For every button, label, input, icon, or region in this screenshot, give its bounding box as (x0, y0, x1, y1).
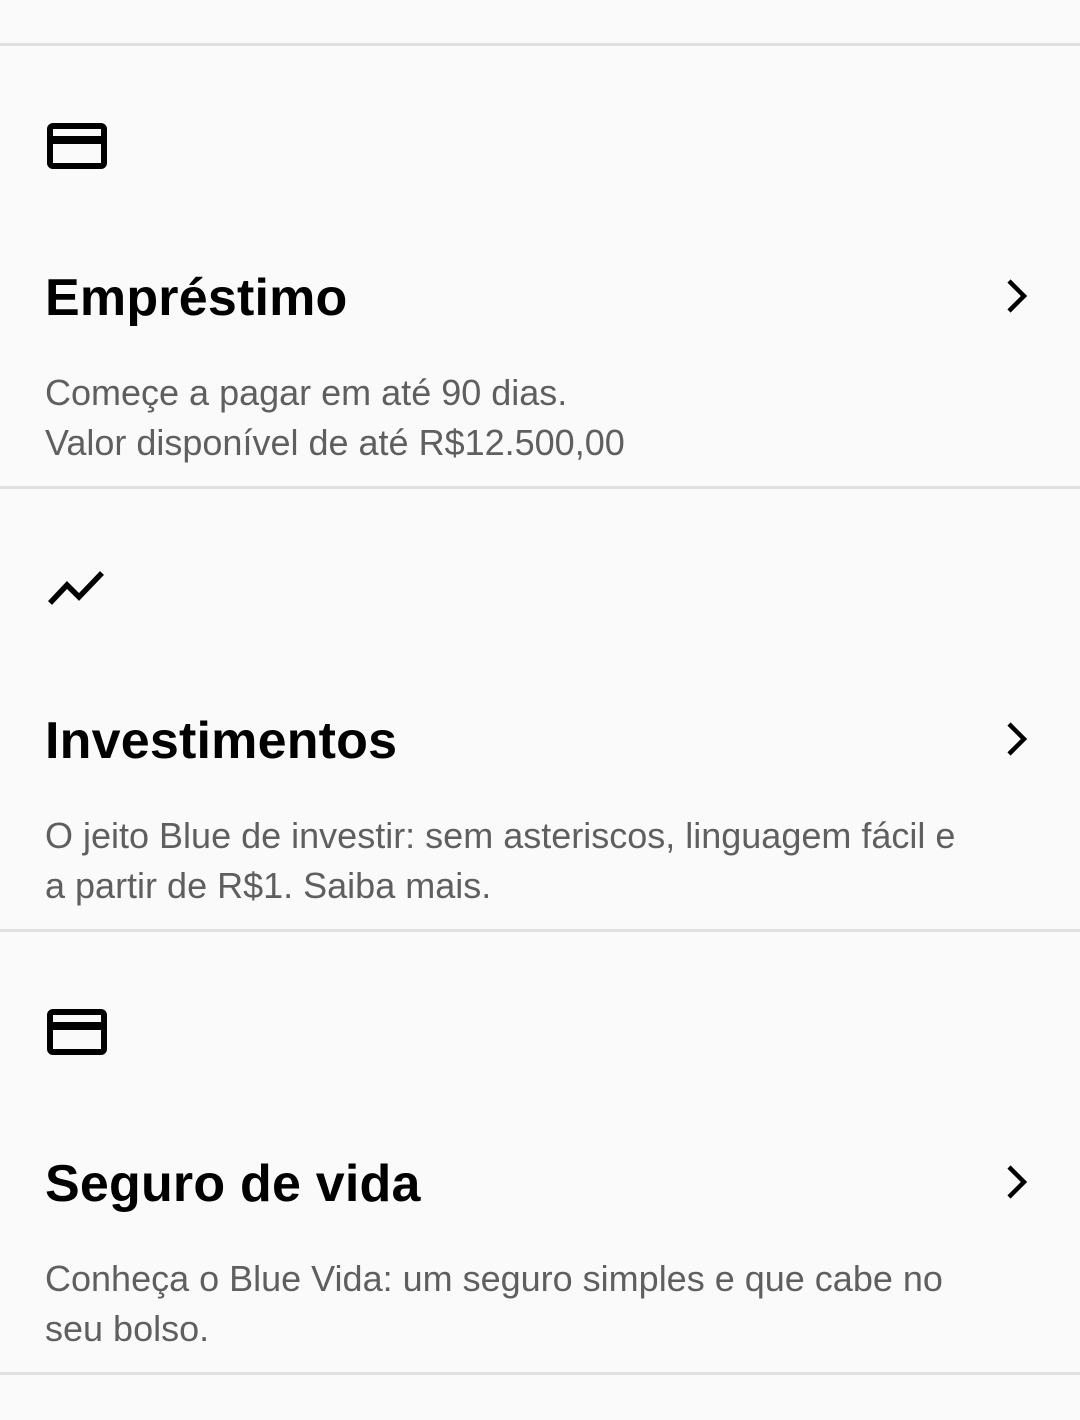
product-description: O jeito Blue de investir: sem asteriscos… (45, 811, 1045, 911)
product-card-seguro-de-vida[interactable]: Seguro de vida Conheça o Blue Vida: um s… (0, 932, 1080, 1372)
description-line: Começe a pagar em até 90 dias. (45, 372, 568, 413)
credit-card-icon (45, 1000, 109, 1064)
product-title: Investimentos (45, 712, 398, 770)
description-line: a partir de R$1. Saiba mais. (45, 865, 492, 906)
credit-card-icon (45, 114, 109, 178)
chevron-right-icon (996, 1160, 1040, 1204)
product-card-emprestimo[interactable]: Empréstimo Começe a pagar em até 90 dias… (0, 46, 1080, 486)
chevron-right-icon (996, 274, 1040, 318)
product-title: Empréstimo (45, 269, 348, 327)
description-line: Valor disponível de até R$12.500,00 (45, 422, 625, 463)
description-line: seu bolso. (45, 1308, 210, 1349)
divider (0, 1372, 1080, 1375)
product-title: Seguro de vida (45, 1155, 421, 1213)
product-description: Começe a pagar em até 90 dias. Valor dis… (45, 368, 1045, 468)
product-description: Conheça o Blue Vida: um seguro simples e… (45, 1254, 1045, 1354)
description-line: Conheça o Blue Vida: um seguro simples e… (45, 1258, 943, 1299)
trending-up-icon (45, 557, 109, 621)
product-card-investimentos[interactable]: Investimentos O jeito Blue de investir: … (0, 489, 1080, 929)
chevron-right-icon (996, 717, 1040, 761)
description-line: O jeito Blue de investir: sem asteriscos… (45, 815, 956, 856)
